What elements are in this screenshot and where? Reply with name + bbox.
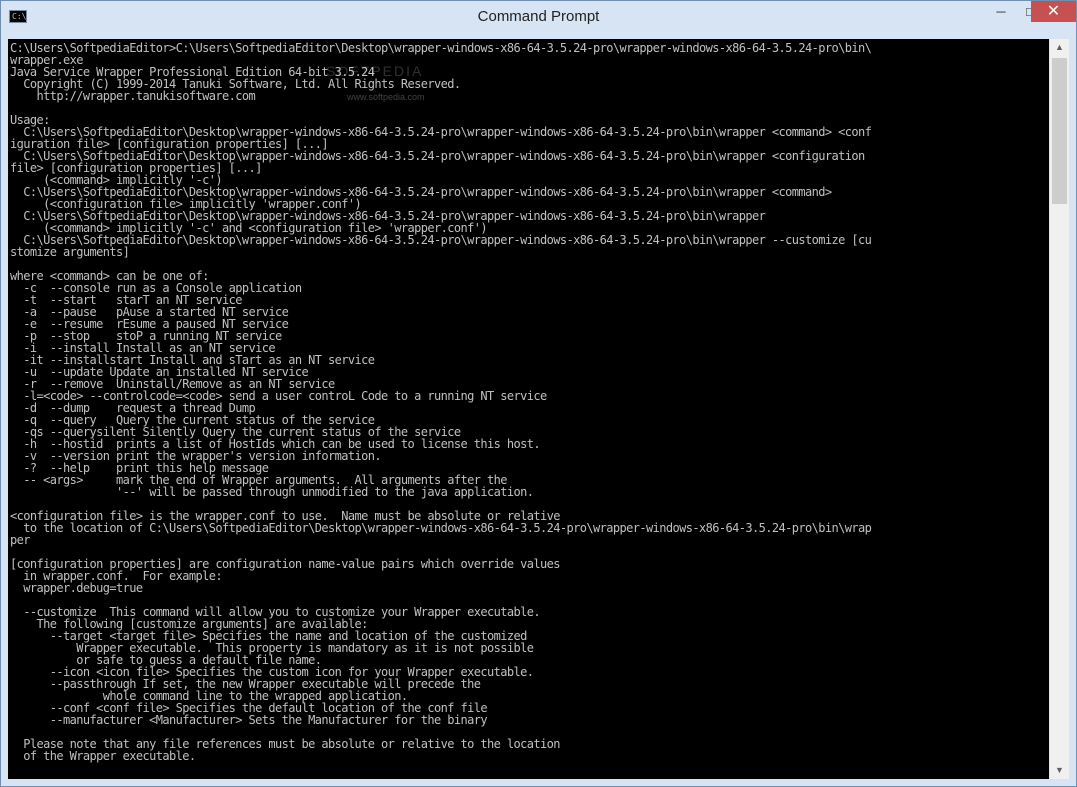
console-text: C:\Users\SoftpediaEditor>C:\Users\Softpe… [8,39,1049,762]
scroll-up-arrow-icon[interactable]: ▲ [1050,39,1069,56]
console-line: --manufacturer <Manufacturer> Sets the M… [10,713,488,727]
close-button[interactable]: ✕ [1031,1,1076,22]
watermark-logo: SOFTPEDIA [326,63,424,79]
title-bar[interactable]: C:\ Command Prompt ─ □ ✕ [1,1,1076,33]
console-output-area[interactable]: C:\Users\SoftpediaEditor>C:\Users\Softpe… [8,39,1049,779]
console-line: '--' will be passed through unmodified t… [10,485,534,499]
window-title: Command Prompt [477,8,600,25]
command-prompt-window: C:\ Command Prompt ─ □ ✕ C:\Users\Softpe… [0,0,1077,787]
console-line: stomize arguments] [10,245,130,259]
console-line: to the location of C:\Users\SoftpediaEdi… [10,521,872,535]
scroll-down-arrow-icon[interactable]: ▼ [1050,762,1069,779]
minimize-button[interactable]: ─ [986,1,1016,22]
console-line: in wrapper.conf. For example: [10,569,222,583]
console-line: C:\Users\SoftpediaEditor>C:\Users\Softpe… [10,41,872,55]
console-line: per [10,533,30,547]
watermark-url: www.softpedia.com [347,92,425,102]
console-line: wrapper.debug=true [10,581,143,595]
console-line: C:\Users\SoftpediaEditor\Desktop\wrapper… [10,233,872,247]
vertical-scrollbar[interactable]: ▲ ▼ [1050,39,1069,779]
scrollbar-thumb[interactable] [1052,58,1067,204]
console-line: http://wrapper.tanukisoftware.com [10,89,256,103]
console-line: of the Wrapper executable. [10,749,196,763]
